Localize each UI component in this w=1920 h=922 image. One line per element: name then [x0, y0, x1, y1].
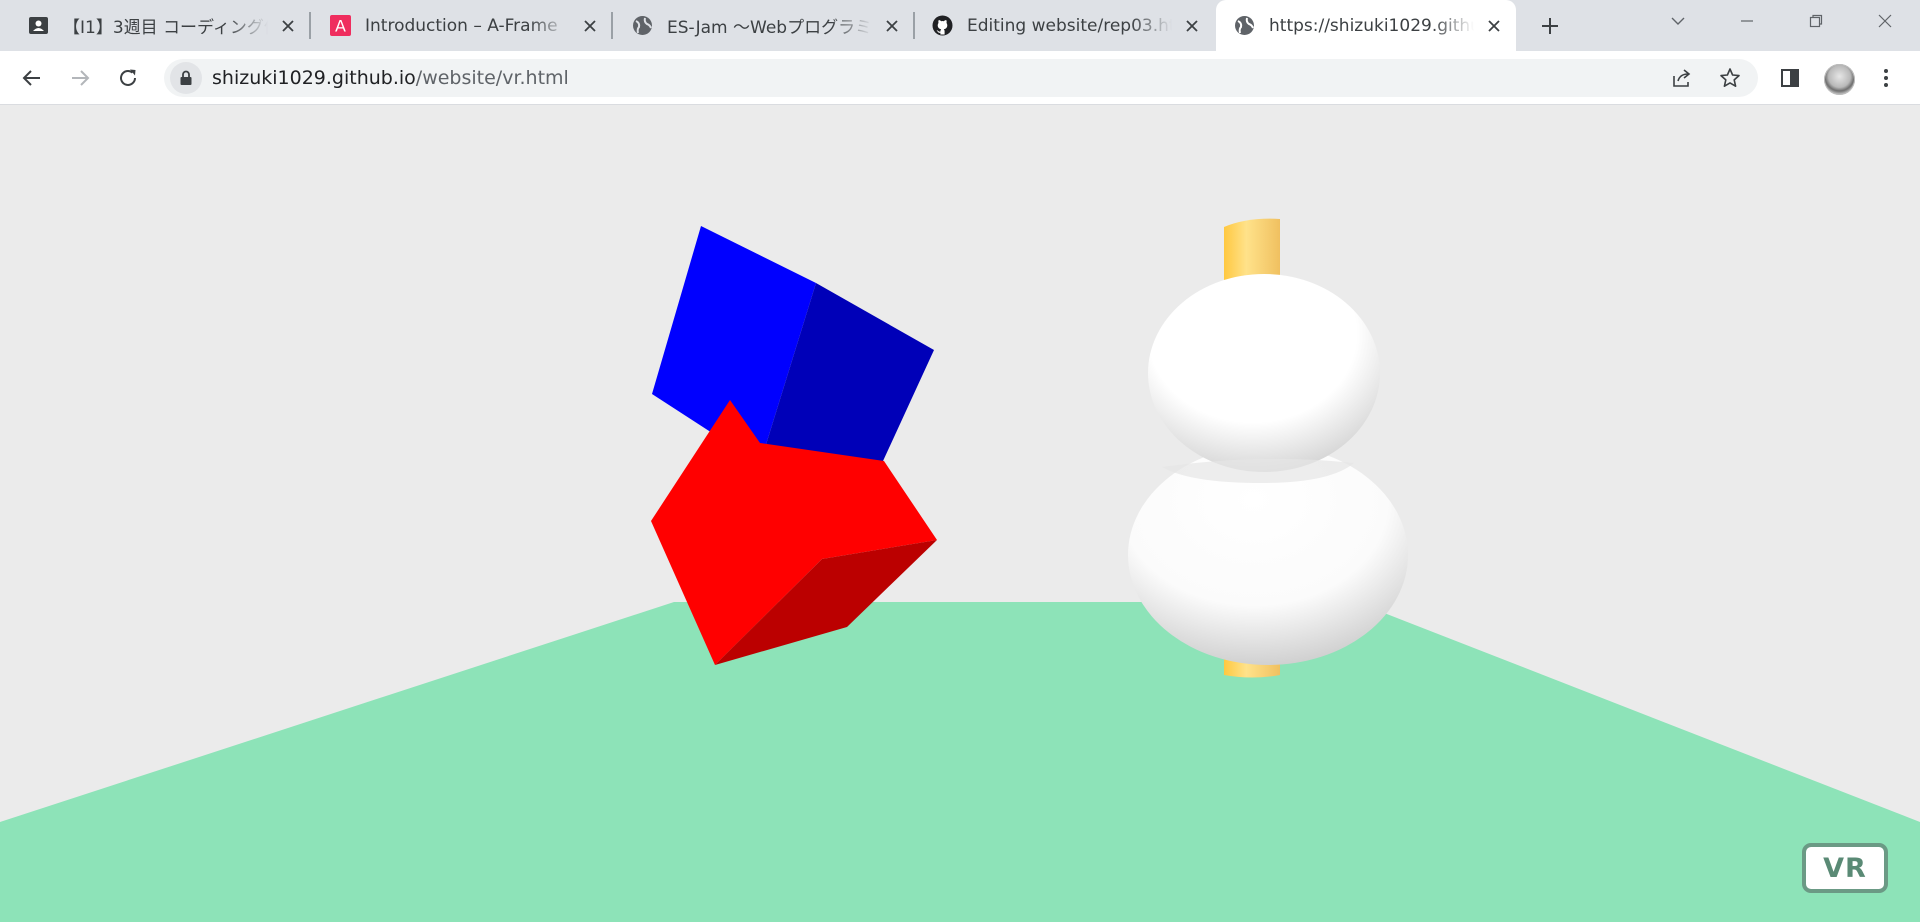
- close-icon: [1878, 14, 1892, 28]
- tab-aframe[interactable]: A Introduction – A-Frame: [312, 0, 613, 51]
- tab-title: Editing website/rep03.html: [967, 15, 1172, 36]
- forward-button[interactable]: [66, 64, 94, 92]
- svg-text:A: A: [335, 17, 346, 36]
- reload-icon: [120, 69, 136, 86]
- address-bar[interactable]: shizuki1029.github.io/website/vr.html: [164, 59, 1758, 97]
- ground-plane: [0, 602, 1920, 922]
- tab-github-editing[interactable]: Editing website/rep03.html: [914, 0, 1214, 51]
- a-frame-scene[interactable]: [0, 105, 1920, 922]
- side-panel-button[interactable]: [1776, 64, 1804, 92]
- arrow-left-icon: [22, 70, 40, 86]
- star-icon: [1720, 68, 1740, 87]
- plus-icon: [1541, 17, 1558, 34]
- tab-vr-page-active[interactable]: https://shizuki1029.github.io/website/vr…: [1216, 0, 1516, 51]
- enter-vr-button[interactable]: VR: [1802, 843, 1888, 893]
- classroom-icon: [28, 15, 49, 36]
- browser-toolbar: shizuki1029.github.io/website/vr.html: [0, 51, 1920, 105]
- more-vert-icon: [1884, 69, 1888, 87]
- globe-icon: [1234, 15, 1255, 36]
- blue-box: [652, 226, 934, 464]
- url-text[interactable]: shizuki1029.github.io/website/vr.html: [212, 67, 569, 89]
- share-icon: [1673, 69, 1691, 87]
- close-tab-icon[interactable]: [1484, 16, 1504, 36]
- new-tab-button[interactable]: [1536, 12, 1563, 39]
- menu-button[interactable]: [1872, 64, 1900, 92]
- aframe-icon: A: [330, 15, 351, 36]
- tab-strip: 【I1】3週目 コーディング体験とデザイン A Introduction – A…: [0, 0, 1920, 51]
- profile-avatar[interactable]: [1824, 64, 1855, 95]
- close-window-button[interactable]: [1865, 6, 1905, 36]
- snowman: [1128, 274, 1408, 665]
- tab-separator: [309, 12, 311, 39]
- close-tab-icon[interactable]: [1182, 16, 1202, 36]
- close-tab-icon[interactable]: [278, 16, 298, 36]
- tab-classroom[interactable]: 【I1】3週目 コーディング体験とデザイン: [10, 0, 311, 51]
- tab-title: 【I1】3週目 コーディング体験とデザイン: [63, 18, 268, 38]
- minimize-button[interactable]: [1727, 6, 1767, 36]
- globe-icon: [632, 15, 653, 36]
- side-panel-icon: [1781, 69, 1799, 87]
- arrow-right-icon: [72, 70, 90, 86]
- close-tab-icon[interactable]: [580, 16, 600, 36]
- tab-title: Introduction – A-Frame: [365, 15, 558, 36]
- site-info-button[interactable]: [170, 62, 202, 94]
- tab-separator: [611, 12, 613, 39]
- tab-title: ES-Jam 〜Webプログラミング: [667, 18, 872, 38]
- reload-button[interactable]: [114, 64, 142, 92]
- close-tab-icon[interactable]: [882, 16, 902, 36]
- bookmark-button[interactable]: [1718, 66, 1742, 90]
- back-button[interactable]: [18, 64, 46, 92]
- share-button[interactable]: [1670, 66, 1694, 90]
- chevron-down-icon: [1671, 17, 1685, 25]
- tab-es-jam[interactable]: ES-Jam 〜Webプログラミング: [614, 0, 915, 51]
- minimize-icon: [1741, 20, 1753, 22]
- url-host: shizuki1029.github.io: [212, 67, 416, 89]
- restore-button[interactable]: [1796, 6, 1836, 36]
- lock-icon: [180, 70, 192, 85]
- restore-icon: [1809, 14, 1823, 28]
- github-icon: [932, 15, 953, 36]
- url-path: /website/vr.html: [415, 67, 569, 89]
- vr-scene-viewport[interactable]: VR: [0, 105, 1920, 922]
- tab-search-button[interactable]: [1658, 6, 1698, 36]
- tab-title: https://shizuki1029.github.io/website/vr…: [1269, 15, 1474, 36]
